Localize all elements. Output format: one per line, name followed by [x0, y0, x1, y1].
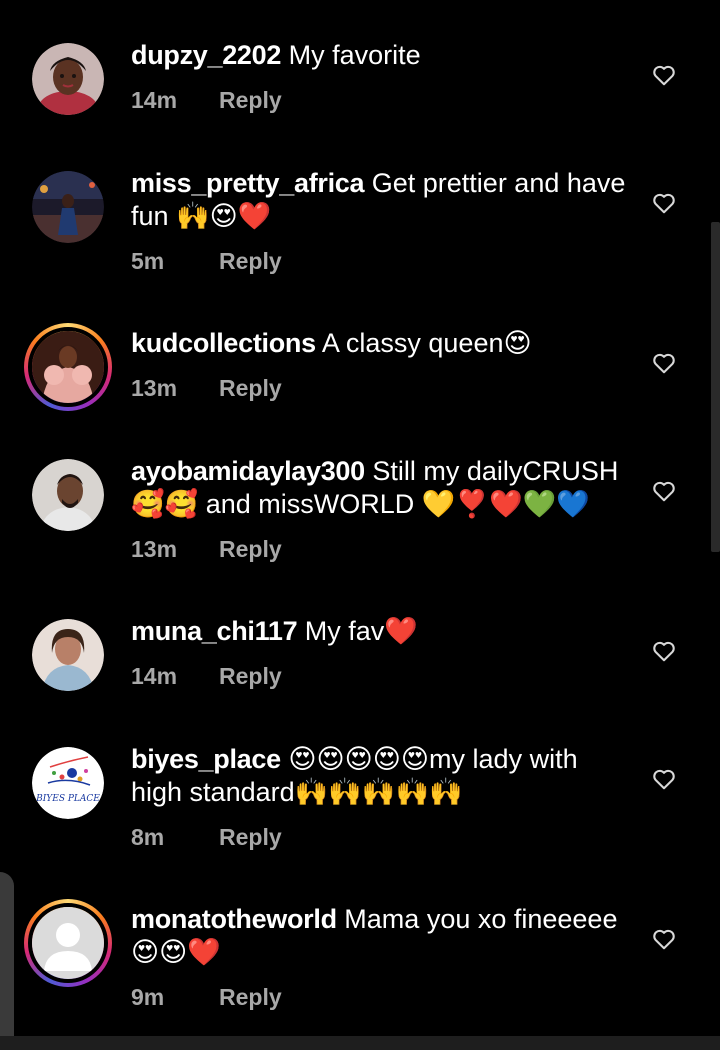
logo-text: BIYES PLACE [35, 794, 100, 804]
comment-username[interactable]: dupzy_2202 [131, 40, 281, 70]
comment-username[interactable]: monatotheworld [131, 904, 337, 934]
comment-meta: 5m Reply [131, 248, 282, 275]
avatar-story-ring[interactable] [24, 899, 112, 987]
avatar[interactable]: BIYES PLACE [32, 747, 104, 819]
comment-text: kudcollections A classy queen😍 [131, 327, 631, 360]
avatar[interactable] [32, 619, 104, 691]
comment-meta: 14m Reply [131, 663, 282, 690]
comment-time: 13m [131, 536, 178, 562]
avatar-story-ring[interactable] [24, 323, 112, 411]
avatar[interactable] [32, 459, 104, 531]
avatar-photo [32, 331, 104, 403]
heart-outline-icon [653, 193, 675, 214]
reply-button[interactable]: Reply [219, 663, 282, 689]
like-button[interactable] [651, 350, 677, 376]
reply-button[interactable]: Reply [219, 87, 282, 113]
comment-time: 5m [131, 248, 165, 274]
heart-outline-icon [653, 481, 675, 502]
comment-time: 8m [131, 824, 165, 850]
like-button[interactable] [651, 766, 677, 792]
reply-button[interactable]: Reply [219, 536, 282, 562]
avatar[interactable] [32, 43, 104, 115]
comment-text: monatotheworld Mama you xo fineeeee 😍😍❤️ [131, 903, 631, 969]
avatar-photo [32, 43, 104, 115]
comment-meta: 8m Reply [131, 824, 282, 851]
comment-body: My favorite [281, 40, 421, 70]
comment-text: miss_pretty_africa Get prettier and have… [131, 167, 631, 233]
like-button[interactable] [651, 190, 677, 216]
like-button[interactable] [651, 926, 677, 952]
comment-meta: 13m Reply [131, 536, 282, 563]
comment-time: 14m [131, 87, 178, 113]
like-button[interactable] [651, 62, 677, 88]
reply-button[interactable]: Reply [219, 375, 282, 401]
comment-username[interactable]: kudcollections [131, 328, 316, 358]
reply-button[interactable]: Reply [219, 248, 282, 274]
avatar-photo [32, 459, 104, 531]
comment-username[interactable]: muna_chi117 [131, 616, 298, 646]
comment-meta: 14m Reply [131, 87, 282, 114]
scrollbar[interactable] [711, 222, 720, 552]
comment-text: dupzy_2202 My favorite [131, 39, 631, 72]
comment-meta: 13m Reply [131, 375, 282, 402]
heart-outline-icon [653, 353, 675, 374]
comment-meta: 9m Reply [131, 984, 282, 1011]
comment-username[interactable]: miss_pretty_africa [131, 168, 365, 198]
biyes-place-logo: BIYES PLACE [32, 747, 104, 819]
comment-text: muna_chi117 My fav❤️ [131, 615, 631, 648]
comment-text: ayobamidaylay300 Still my dailyCRUSH 🥰🥰 … [131, 455, 631, 521]
heart-outline-icon [653, 769, 675, 790]
comment-time: 13m [131, 375, 178, 401]
comment-text: biyes_place 😍😍😍😍😍my lady with high stand… [131, 743, 631, 809]
comment-body: My fav❤️ [297, 616, 418, 646]
like-button[interactable] [651, 478, 677, 504]
comment-username[interactable]: biyes_place [131, 744, 281, 774]
default-avatar-icon [32, 907, 104, 979]
bottom-bar [0, 1036, 720, 1050]
heart-outline-icon [653, 65, 675, 86]
reply-button[interactable]: Reply [219, 824, 282, 850]
comment-username[interactable]: ayobamidaylay300 [131, 456, 365, 486]
edge-panel-handle[interactable] [0, 872, 14, 1050]
avatar-photo [32, 619, 104, 691]
comment-body: A classy queen😍 [315, 328, 532, 358]
like-button[interactable] [651, 638, 677, 664]
heart-outline-icon [653, 641, 675, 662]
comment-time: 9m [131, 984, 165, 1010]
avatar-photo [32, 171, 104, 243]
comment-time: 14m [131, 663, 178, 689]
reply-button[interactable]: Reply [219, 984, 282, 1010]
avatar[interactable] [32, 171, 104, 243]
heart-outline-icon [653, 929, 675, 950]
